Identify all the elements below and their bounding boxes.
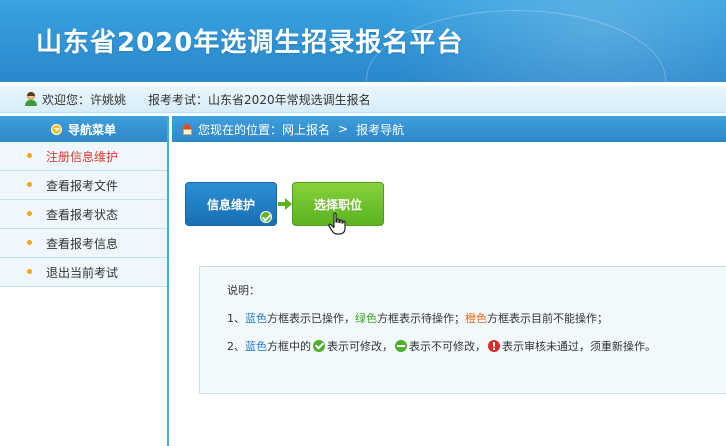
exam-label: 报考考试： xyxy=(148,92,209,107)
note-text: 方框中的 xyxy=(267,340,311,353)
orange-text: 橙色 xyxy=(465,312,487,325)
chevron-down-icon xyxy=(50,123,62,135)
note-text: 表示不可修改， xyxy=(409,340,486,353)
green-text: 绿色 xyxy=(355,312,377,325)
blue-text: 蓝色 xyxy=(245,312,267,325)
bullet-icon xyxy=(27,182,32,187)
instructions-line-2: 2、 蓝色 方框中的 表示可修改， 表示不可修改， 表示审核未通过，须重新操作。 xyxy=(227,338,656,354)
sidebar-item-label: 查看报考状态 xyxy=(46,207,119,222)
sidebar-item-label: 退出当前考试 xyxy=(46,265,119,280)
nav-list: 注册信息维护 查看报考文件 查看报考状态 查看报考信息 退出当前考试 xyxy=(0,142,167,287)
breadcrumb-level2: 报考导航 xyxy=(356,122,405,137)
sidebar-item-view-info[interactable]: 查看报考信息 xyxy=(0,229,167,258)
instructions-heading-text: 说明： xyxy=(227,284,260,297)
sidebar-item-view-status[interactable]: 查看报考状态 xyxy=(0,200,167,229)
main-content: 您现在的位置： 网上报名 > 报考导航 信息维护 选择职位 说明： 1、 蓝色 … xyxy=(172,116,726,446)
note-text: 方框表示待操作； xyxy=(377,312,465,325)
home-icon xyxy=(181,123,194,135)
hand-cursor-icon xyxy=(328,212,346,235)
check-icon xyxy=(260,211,272,223)
bullet-icon xyxy=(27,240,32,245)
step-label: 选择职位 xyxy=(313,197,362,212)
note-text: 方框表示已操作， xyxy=(267,312,355,325)
info-maintain-step-button[interactable]: 信息维护 xyxy=(185,182,277,226)
instructions-heading: 说明： xyxy=(227,282,260,298)
sidebar-item-label: 注册信息维护 xyxy=(46,149,119,164)
nav-menu-header: 导航菜单 xyxy=(0,116,167,142)
line-number: 1、 xyxy=(227,312,245,325)
breadcrumb: 您现在的位置： 网上报名 > 报考导航 xyxy=(172,116,726,142)
breadcrumb-separator: > xyxy=(338,122,349,136)
sidebar: 导航菜单 注册信息维护 查看报考文件 查看报考状态 查看报考信息 退出当前考试 xyxy=(0,116,169,446)
line-number: 2、 xyxy=(227,340,245,353)
instructions-box: 说明： 1、 蓝色 方框表示已操作， 绿色 方框表示待操作； 橙色 方框表示目前… xyxy=(199,266,726,394)
user-name: 许姚姚 xyxy=(90,92,127,107)
user-icon xyxy=(24,92,38,106)
note-text: 表示审核未通过，须重新操作。 xyxy=(502,340,656,353)
breadcrumb-prefix: 您现在的位置： xyxy=(198,122,283,137)
check-icon xyxy=(313,340,325,352)
exam-name: 山东省2020年常规选调生报名 xyxy=(208,92,371,107)
bullet-icon xyxy=(27,269,32,274)
welcome-label: 欢迎您： xyxy=(42,92,91,107)
sidebar-item-label: 查看报考文件 xyxy=(46,178,119,193)
info-bar: 欢迎您： 许姚姚 报考考试： 山东省2020年常规选调生报名 xyxy=(0,86,726,113)
minus-icon xyxy=(395,340,407,352)
sidebar-item-view-files[interactable]: 查看报考文件 xyxy=(0,171,167,200)
page-title: 山东省2020年选调生招录报名平台 xyxy=(36,28,464,58)
arrow-right-icon xyxy=(278,198,292,210)
bullet-icon xyxy=(27,153,32,158)
bullet-icon xyxy=(27,211,32,216)
exclamation-icon xyxy=(488,340,500,352)
instructions-line-1: 1、 蓝色 方框表示已操作， 绿色 方框表示待操作； 橙色 方框表示目前不能操作… xyxy=(227,310,608,326)
blue-text: 蓝色 xyxy=(245,340,267,353)
sidebar-item-registration-info[interactable]: 注册信息维护 xyxy=(0,142,167,171)
sidebar-item-label: 查看报考信息 xyxy=(46,236,119,251)
note-text: 表示可修改， xyxy=(327,340,393,353)
nav-menu-title: 导航菜单 xyxy=(67,122,116,137)
sidebar-item-exit-exam[interactable]: 退出当前考试 xyxy=(0,258,167,287)
note-text: 方框表示目前不能操作； xyxy=(487,312,608,325)
breadcrumb-level1[interactable]: 网上报名 xyxy=(282,121,330,138)
header-banner: 山东省2020年选调生招录报名平台 xyxy=(0,0,726,82)
step-label: 信息维护 xyxy=(206,197,255,212)
